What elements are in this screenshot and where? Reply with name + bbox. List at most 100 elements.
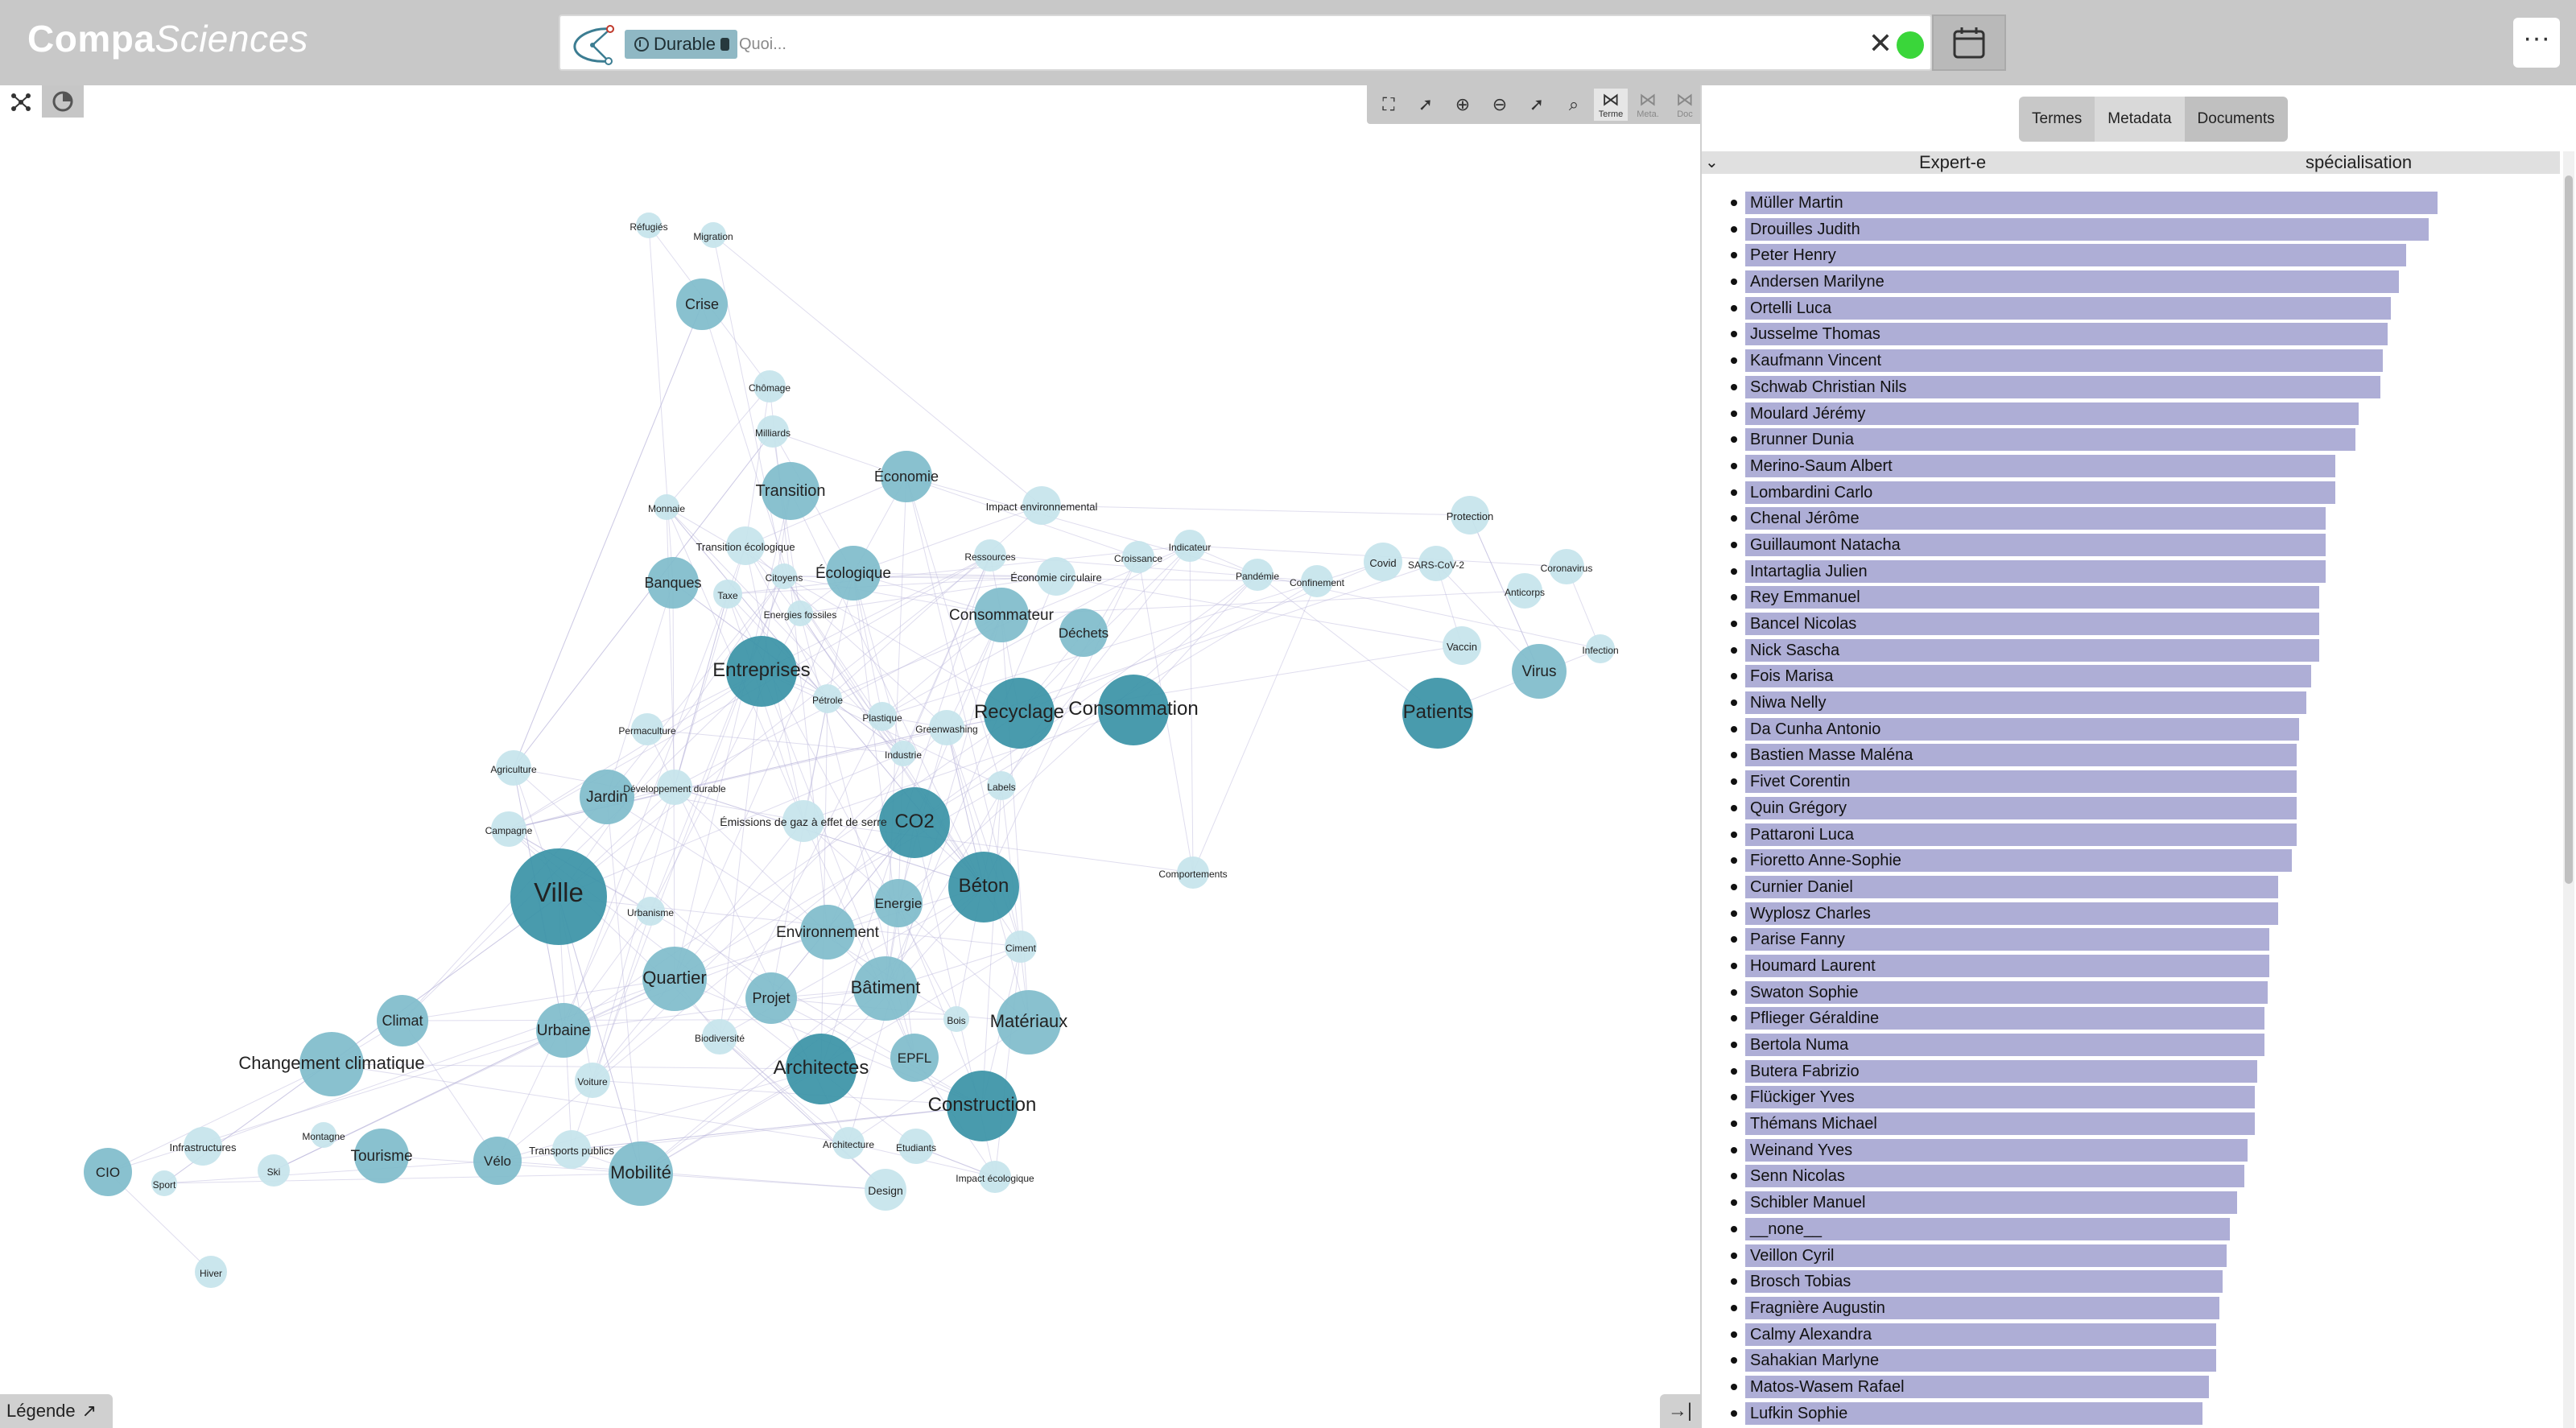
graph-node[interactable]: Etudiants xyxy=(896,1129,936,1164)
graph-node[interactable]: Écologique xyxy=(815,546,891,601)
graph-node[interactable]: Chômage xyxy=(749,370,791,402)
collapse-panel-button[interactable]: →| xyxy=(1660,1394,1700,1428)
column-header-specialisation[interactable]: spécialisation xyxy=(2306,151,2412,174)
toolbar-button-network-icon[interactable]: ⋈ Terme xyxy=(1594,89,1628,121)
graph-node[interactable]: Covid xyxy=(1364,543,1402,581)
graph-node[interactable]: Banques xyxy=(644,557,702,609)
graph-node[interactable]: Bois xyxy=(943,1006,969,1032)
expert-list-item[interactable]: Intartaglia Julien xyxy=(1702,559,2560,585)
compasciences-logo-icon[interactable] xyxy=(568,21,617,68)
graph-node[interactable]: Infection xyxy=(1582,634,1619,663)
scrollbar-thumb[interactable] xyxy=(2565,175,2573,884)
expert-list-item[interactable]: Müller Martin xyxy=(1702,190,2560,217)
expert-list-item[interactable]: Jusselme Thomas xyxy=(1702,321,2560,348)
term-network-graph[interactable]: Ville CO2 Entreprises ConsommationRecyclage… xyxy=(0,85,1700,1428)
tab-termes[interactable]: Termes xyxy=(2019,97,2095,142)
toolbar-button-fit-screen-icon[interactable]: ⛶ xyxy=(1372,89,1406,121)
expert-list-item[interactable]: Matos-Wasem Rafael xyxy=(1702,1374,2560,1401)
graph-node[interactable]: Ressources xyxy=(964,539,1016,572)
graph-node[interactable]: Transition xyxy=(755,462,826,520)
graph-node[interactable]: Quartier xyxy=(642,947,707,1011)
graph-node[interactable]: Jardin xyxy=(580,770,634,824)
legend-button[interactable]: Légende ↗ xyxy=(0,1394,113,1428)
graph-node[interactable]: Sport xyxy=(151,1170,177,1196)
expert-list-item[interactable]: Swaton Sophie xyxy=(1702,980,2560,1006)
graph-node[interactable]: Protection xyxy=(1447,496,1494,534)
tab-documents[interactable]: Documents xyxy=(2184,97,2288,142)
expert-list-item[interactable]: Curnier Daniel xyxy=(1702,874,2560,901)
expert-list-item[interactable]: Fois Marisa xyxy=(1702,663,2560,690)
clear-search-button[interactable]: ✕ xyxy=(1864,26,1897,61)
expert-list-item[interactable]: Bastien Masse Maléna xyxy=(1702,742,2560,769)
toolbar-button-network-icon[interactable]: ⋈ Doc xyxy=(1668,89,1702,121)
graph-node[interactable]: Ville xyxy=(510,848,607,945)
graph-node[interactable]: Transition écologique xyxy=(696,526,795,565)
expert-list-item[interactable]: Brunner Dunia xyxy=(1702,427,2560,453)
expert-list-item[interactable]: Kaufmann Vincent xyxy=(1702,348,2560,374)
graph-node[interactable]: Économie xyxy=(874,451,939,502)
graph-node[interactable]: Citoyens xyxy=(766,563,803,589)
search-input[interactable] xyxy=(739,29,1544,60)
graph-node[interactable]: Environnement xyxy=(776,905,880,960)
graph-node[interactable]: SARS-CoV-2 xyxy=(1408,546,1464,581)
toolbar-button-pointer-cursor-icon[interactable]: ➚ xyxy=(1520,89,1554,121)
graph-node[interactable]: Energie xyxy=(874,879,923,927)
expert-list-item[interactable]: Bertola Numa xyxy=(1702,1032,2560,1059)
expert-list-item[interactable]: Pflieger Géraldine xyxy=(1702,1005,2560,1032)
graph-node[interactable]: Energies fossiles xyxy=(764,601,837,626)
expert-list-item[interactable]: Andersen Marilyne xyxy=(1702,269,2560,295)
expert-list-item[interactable]: Flückiger Yves xyxy=(1702,1084,2560,1111)
toolbar-button-magnify-cursor-icon[interactable]: ⌕ xyxy=(1557,89,1591,121)
graph-node[interactable]: Ciment xyxy=(1005,931,1037,963)
filter-toggle-icon[interactable] xyxy=(634,37,649,52)
expert-list-item[interactable]: __none__ xyxy=(1702,1216,2560,1243)
graph-node[interactable]: Consommation xyxy=(1068,675,1199,745)
graph-node[interactable]: Impact environnemental xyxy=(986,486,1098,525)
graph-node[interactable]: Climat xyxy=(377,995,428,1046)
expert-list-item[interactable]: Houmard Laurent xyxy=(1702,953,2560,980)
graph-node[interactable]: Projet xyxy=(745,972,797,1024)
toolbar-button-network-icon[interactable]: ⋈ Meta. xyxy=(1631,89,1665,121)
graph-node[interactable]: Voiture xyxy=(575,1063,610,1098)
expert-list-item[interactable]: Sahakian Marlyne xyxy=(1702,1348,2560,1374)
expert-list-item[interactable]: Drouilles Judith xyxy=(1702,217,2560,243)
expert-list-item[interactable]: Chenal Jérôme xyxy=(1702,506,2560,532)
graph-node[interactable]: CIO xyxy=(84,1148,132,1196)
chart-view-button[interactable] xyxy=(42,85,84,118)
app-logo[interactable]: CompaSciences xyxy=(27,14,308,63)
expert-list-item[interactable]: Weinand Yves xyxy=(1702,1137,2560,1164)
graph-node[interactable]: Comportements xyxy=(1158,856,1228,889)
graph-node[interactable]: Permaculture xyxy=(618,713,676,745)
graph-node[interactable]: Déchets xyxy=(1059,609,1108,657)
expert-list-item[interactable]: Fragnière Augustin xyxy=(1702,1295,2560,1322)
expert-list-item[interactable]: Pattaroni Luca xyxy=(1702,822,2560,848)
expert-list-item[interactable]: Schibler Manuel xyxy=(1702,1190,2560,1216)
scrollbar[interactable] xyxy=(2563,151,2574,1428)
more-options-button[interactable]: ··· xyxy=(2513,18,2560,68)
graph-node[interactable]: Agriculture xyxy=(490,750,537,786)
chevron-down-icon[interactable]: ⌄ xyxy=(1705,151,1719,174)
expert-list-item[interactable]: Fivet Corentin xyxy=(1702,769,2560,795)
expert-list-item[interactable]: Ortelli Luca xyxy=(1702,295,2560,322)
column-header-expert[interactable]: Expert-e xyxy=(1919,151,1986,174)
tab-metadata[interactable]: Metadata xyxy=(2095,97,2185,142)
expert-list-item[interactable]: Schwab Christian Nils xyxy=(1702,374,2560,401)
graph-node[interactable]: Milliards xyxy=(755,415,791,448)
graph-node[interactable]: Réfugiés xyxy=(630,213,668,238)
expert-list-item[interactable]: Lufkin Sophie xyxy=(1702,1401,2560,1427)
graph-node[interactable]: Montagne xyxy=(302,1122,345,1148)
expert-list-item[interactable]: Merino-Saum Albert xyxy=(1702,453,2560,480)
graph-node[interactable]: Architectes xyxy=(774,1034,869,1104)
graph-node[interactable]: Taxe xyxy=(713,580,742,609)
expert-list-item[interactable]: Peter Henry xyxy=(1702,242,2560,269)
graph-node[interactable]: Labels xyxy=(987,771,1016,800)
graph-node[interactable]: Biodiversité xyxy=(695,1019,745,1054)
graph-node[interactable]: Migration xyxy=(693,222,733,248)
graph-node[interactable]: Hiver xyxy=(195,1256,227,1288)
graph-node[interactable]: Construction xyxy=(928,1071,1037,1141)
lock-icon[interactable] xyxy=(720,38,730,51)
expert-list-item[interactable]: Senn Nicolas xyxy=(1702,1163,2560,1190)
network-view-button[interactable] xyxy=(0,85,42,118)
expert-list-item[interactable]: Niwa Nelly xyxy=(1702,690,2560,716)
expert-list-item[interactable]: Nick Sascha xyxy=(1702,638,2560,664)
